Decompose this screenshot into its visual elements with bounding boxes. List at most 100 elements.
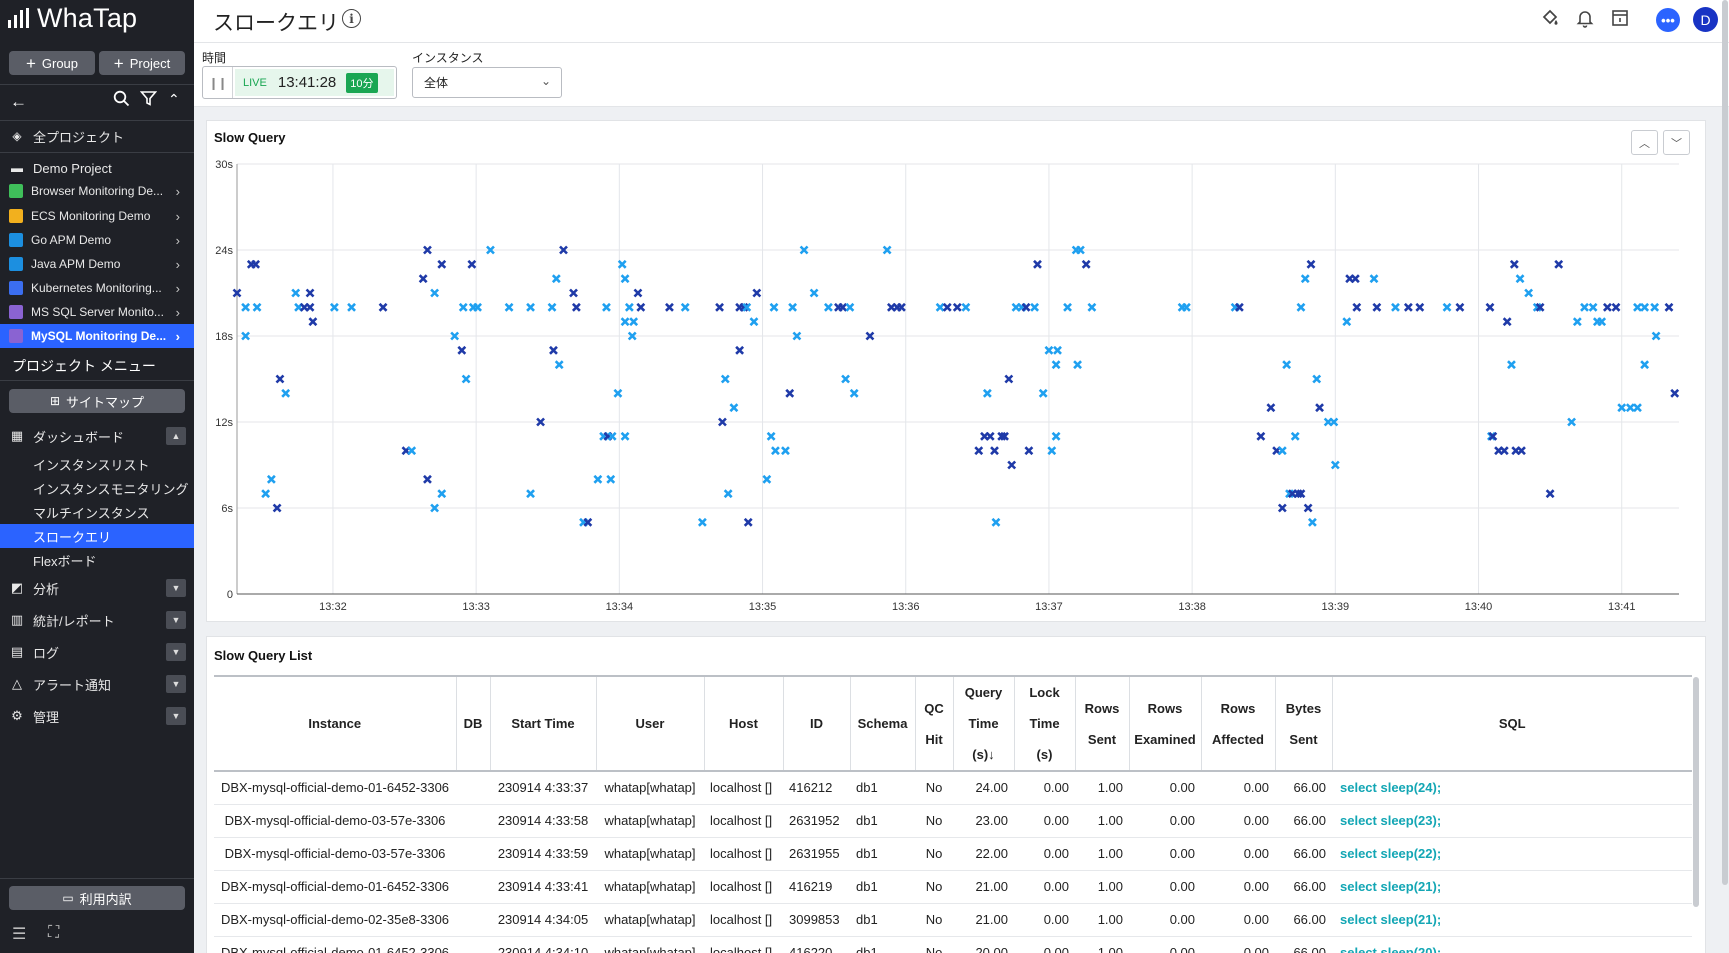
nav-instance-monitoring[interactable]: インスタンスモニタリング <box>0 476 194 500</box>
expand-icon[interactable]: ▼ <box>166 643 186 661</box>
all-projects-item[interactable]: ◈ 全プロジェクト <box>0 124 194 148</box>
expand-icon[interactable]: ▼ <box>166 611 186 629</box>
scatter-point[interactable] <box>1024 446 1034 456</box>
scatter-point[interactable] <box>1517 446 1526 456</box>
scatter-point[interactable] <box>1342 317 1352 327</box>
table-row[interactable]: DBX-mysql-official-demo-03-57e-3306 23091… <box>214 804 1692 838</box>
scatter-point[interactable] <box>1266 403 1276 413</box>
scatter-point[interactable] <box>624 302 634 312</box>
table-scrollbar[interactable] <box>1693 677 1699 907</box>
scatter-point[interactable] <box>241 302 251 312</box>
scatter-point[interactable] <box>1602 302 1612 312</box>
scatter-point[interactable] <box>266 474 276 484</box>
col-rows-examined[interactable]: Rows Examined <box>1129 675 1202 772</box>
nav-log[interactable]: ▤ ログ ▼ <box>0 640 194 664</box>
col-id[interactable]: ID <box>783 675 851 772</box>
scatter-point[interactable] <box>1369 274 1379 284</box>
scatter-point[interactable] <box>504 302 514 312</box>
scatter-point[interactable] <box>838 302 848 312</box>
scatter-point[interactable] <box>620 274 630 284</box>
cell-sql[interactable]: select sleep(22); <box>1332 837 1692 871</box>
cell-sql[interactable]: select sleep(24); <box>1332 771 1692 805</box>
expand-icon[interactable]: ▼ <box>166 707 186 725</box>
page-scrollbar[interactable] <box>1722 0 1728 885</box>
project-item-ecs[interactable]: ECS Monitoring Demo › <box>0 204 194 228</box>
scatter-point[interactable] <box>569 288 578 298</box>
scatter-point[interactable] <box>1625 403 1635 413</box>
scatter-point[interactable] <box>1030 302 1040 312</box>
scatter-point[interactable] <box>849 388 859 398</box>
nav-statistics[interactable]: ▥ 統計/レポート ▼ <box>0 608 194 632</box>
scatter-point[interactable] <box>1597 317 1607 327</box>
scatter-point[interactable] <box>1033 259 1042 269</box>
scatter-point[interactable] <box>1004 374 1014 384</box>
scatter-point[interactable] <box>1415 302 1425 312</box>
expand-icon[interactable]: ▼ <box>166 579 186 597</box>
table-row[interactable]: DBX-mysql-official-demo-02-35e8-3306 2309… <box>214 903 1692 937</box>
chat-icon[interactable]: ••• <box>1656 8 1680 32</box>
scatter-point[interactable] <box>1307 517 1317 527</box>
collapse-up-icon[interactable]: ⌃ <box>168 91 180 108</box>
scatter-point[interactable] <box>1588 302 1598 312</box>
scatter-point[interactable] <box>407 446 417 456</box>
scatter-point[interactable] <box>1670 388 1680 398</box>
scatter-point[interactable] <box>461 374 471 384</box>
scatter-point[interactable] <box>423 474 432 484</box>
scatter-point[interactable] <box>308 317 318 327</box>
scatter-point[interactable] <box>1664 302 1674 312</box>
cell-sql[interactable]: select sleep(21); <box>1332 903 1692 937</box>
scatter-point[interactable] <box>347 302 356 312</box>
scatter-point[interactable] <box>974 446 984 456</box>
col-rows-affected[interactable]: Rows Affected <box>1201 675 1276 772</box>
cell-sql[interactable]: select sleep(21); <box>1332 870 1692 904</box>
scatter-point[interactable] <box>697 517 707 527</box>
scatter-point[interactable] <box>275 374 285 384</box>
usage-button[interactable]: ▭ 利用内訳 <box>9 886 185 910</box>
col-qc-hit[interactable]: QC Hit <box>915 675 954 772</box>
scatter-point[interactable] <box>680 302 690 312</box>
pause-icon[interactable]: ❙❙ <box>203 67 233 98</box>
demo-project-folder[interactable]: ▬ Demo Project <box>0 156 194 180</box>
scatter-point[interactable] <box>1633 403 1642 413</box>
project-item-mssql[interactable]: MS SQL Server Monito... › <box>0 300 194 324</box>
scatter-point[interactable] <box>771 446 780 456</box>
scatter-point[interactable] <box>982 388 992 398</box>
scatter-point[interactable] <box>437 259 447 269</box>
scatter-point[interactable] <box>526 302 535 312</box>
search-icon[interactable] <box>113 90 130 112</box>
scatter-point[interactable] <box>251 259 261 269</box>
scatter-point[interactable] <box>430 288 440 298</box>
add-project-button[interactable]: + Project <box>99 51 185 75</box>
scatter-point[interactable] <box>467 259 477 269</box>
scatter-point[interactable] <box>720 374 730 384</box>
scatter-point[interactable] <box>547 302 557 312</box>
expand-icon[interactable]: ▼ <box>166 675 186 693</box>
scatter-point[interactable] <box>1485 302 1495 312</box>
scatter-point[interactable] <box>437 489 447 499</box>
table-row[interactable]: DBX-mysql-official-demo-01-6452-3306 2309… <box>214 870 1692 904</box>
scatter-point[interactable] <box>549 345 558 355</box>
scatter-point[interactable] <box>1507 360 1516 370</box>
fullscreen-icon[interactable]: ⛶ <box>48 924 59 942</box>
scatter-point[interactable] <box>606 474 616 484</box>
project-item-go[interactable]: Go APM Demo › <box>0 228 194 252</box>
scatter-point[interactable] <box>897 302 906 312</box>
scatter-point[interactable] <box>1256 431 1266 441</box>
scatter-point[interactable] <box>715 302 724 312</box>
nav-multi-instance[interactable]: マルチインスタンス <box>0 500 194 524</box>
scatter-point[interactable] <box>1051 431 1061 441</box>
scatter-point[interactable] <box>1554 259 1564 269</box>
table-row[interactable]: DBX-mysql-official-demo-01-6452-3306 2309… <box>214 936 1692 953</box>
table-row[interactable]: DBX-mysql-official-demo-01-6452-3306 2309… <box>214 771 1692 805</box>
scatter-point[interactable] <box>1509 259 1519 269</box>
instance-select[interactable]: 全体 ⌄ <box>412 67 562 98</box>
scatter-point[interactable] <box>935 302 945 312</box>
menu-toggle-icon[interactable]: ☰ <box>12 924 26 944</box>
notice-board-icon[interactable] <box>1610 8 1630 34</box>
scatter-point[interactable] <box>788 302 798 312</box>
scatter-point[interactable] <box>1524 288 1534 298</box>
scatter-point[interactable] <box>526 489 535 499</box>
scatter-point[interactable] <box>1290 431 1300 441</box>
scatter-point[interactable] <box>1073 360 1082 370</box>
scatter-point[interactable] <box>729 403 739 413</box>
